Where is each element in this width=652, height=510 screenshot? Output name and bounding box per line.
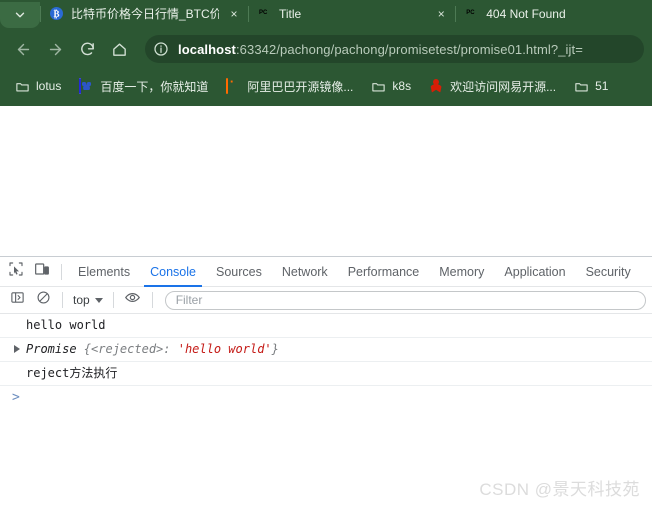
- address-bar[interactable]: localhost:63342/pachong/pachong/promiset…: [145, 35, 644, 63]
- browser-chrome: ₿ 比特币价格今日行情_BTC价格走 × Title × 404 Not Fou…: [0, 0, 652, 106]
- reload-button[interactable]: [72, 34, 102, 64]
- bookmark-label: 51: [595, 79, 609, 93]
- baidu-icon: [79, 77, 94, 94]
- console-message-text: reject方法执行: [26, 366, 118, 380]
- alibaba-mirror-icon: [226, 77, 241, 94]
- browser-tab[interactable]: ₿ 比特币价格今日行情_BTC价格走 ×: [40, 0, 248, 28]
- bookmark-item[interactable]: 51: [565, 76, 617, 97]
- console-message-row: reject方法执行: [0, 362, 652, 386]
- expand-triangle-icon[interactable]: [14, 345, 20, 353]
- divider: [62, 292, 63, 308]
- object-open-brace: {<rejected>:: [76, 342, 178, 356]
- inspect-element-icon: [8, 261, 24, 282]
- home-icon: [111, 41, 128, 58]
- live-expression-button[interactable]: [120, 287, 146, 313]
- netease-icon: [429, 79, 444, 94]
- divider: [61, 263, 62, 280]
- tab-title: 比特币价格今日行情_BTC价格走: [71, 7, 219, 21]
- bitcoin-site-favicon: ₿: [50, 7, 64, 21]
- tab-search-button[interactable]: [0, 2, 40, 28]
- bookmark-label: 欢迎访问网易开源...: [450, 79, 557, 94]
- divider: [112, 292, 114, 308]
- bookmark-item[interactable]: k8s: [362, 76, 420, 97]
- pycharm-favicon: [258, 7, 272, 21]
- chevron-down-icon: [94, 297, 103, 303]
- divider: [151, 292, 153, 308]
- forward-button[interactable]: [40, 34, 70, 64]
- bookmark-item[interactable]: 百度一下，你就知道: [70, 75, 217, 98]
- bookmarks-bar: lotus 百度一下，你就知道 阿里巴巴开源镜像... k8s 欢迎访问网易开源…: [0, 70, 652, 102]
- prompt-caret-icon: >: [12, 390, 20, 405]
- console-sidebar-button[interactable]: [4, 287, 30, 313]
- home-button[interactable]: [104, 34, 134, 64]
- folder-icon: [15, 79, 30, 94]
- chevron-down-icon: [13, 8, 27, 22]
- watermark: CSDN @景天科技苑: [479, 480, 640, 499]
- arrow-left-icon: [15, 41, 32, 58]
- execution-context-label: top: [73, 293, 90, 307]
- console-prompt-row[interactable]: >: [0, 386, 652, 410]
- devtools-tab-application[interactable]: Application: [494, 257, 575, 287]
- devtools-tab-network[interactable]: Network: [272, 257, 338, 287]
- console-message-list: hello world Promise {<rejected>: 'hello …: [0, 314, 652, 410]
- bookmark-label: k8s: [392, 79, 412, 93]
- site-info-icon[interactable]: [150, 38, 172, 60]
- clear-console-button[interactable]: [30, 287, 56, 313]
- console-prompt-input[interactable]: [26, 391, 652, 405]
- console-filter-input[interactable]: [164, 290, 646, 310]
- object-value: 'hello world': [177, 342, 272, 356]
- tab-strip: ₿ 比特币价格今日行情_BTC价格走 × Title × 404 Not Fou…: [0, 0, 652, 28]
- pycharm-favicon: [465, 7, 479, 21]
- devtools-tab-sources[interactable]: Sources: [206, 257, 272, 287]
- tab-title: Title: [279, 7, 302, 21]
- bookmark-item[interactable]: lotus: [6, 76, 70, 97]
- arrow-right-icon: [47, 41, 64, 58]
- url-host: localhost: [178, 41, 236, 57]
- bookmark-item[interactable]: 阿里巴巴开源镜像...: [217, 75, 362, 98]
- tab-close-button[interactable]: ×: [226, 6, 242, 22]
- folder-icon: [371, 79, 386, 94]
- devtools-panel: Elements Console Sources Network Perform…: [0, 257, 652, 510]
- page-viewport: [0, 106, 652, 256]
- devtools-tab-performance[interactable]: Performance: [338, 257, 430, 287]
- devtools-tab-memory[interactable]: Memory: [429, 257, 494, 287]
- device-toolbar-icon: [34, 261, 50, 282]
- bookmark-label: 百度一下，你就知道: [100, 79, 209, 94]
- devtools-tab-console[interactable]: Console: [140, 257, 206, 287]
- url-text: localhost:63342/pachong/pachong/promiset…: [178, 42, 583, 57]
- execution-context-selector[interactable]: top: [69, 293, 107, 307]
- devtools-tabbar: Elements Console Sources Network Perform…: [0, 257, 652, 287]
- devtools-tab-security[interactable]: Security: [576, 257, 641, 287]
- browser-tab[interactable]: Title ×: [248, 0, 455, 28]
- clear-console-icon: [36, 290, 51, 310]
- bookmark-label: 阿里巴巴开源镜像...: [247, 79, 354, 94]
- console-toolbar: top: [0, 287, 652, 314]
- tab-title: 404 Not Found: [486, 7, 566, 21]
- console-message-row: hello world: [0, 314, 652, 338]
- url-path: :63342/pachong/pachong/promisetest/promi…: [235, 41, 583, 57]
- folder-icon: [574, 79, 589, 94]
- bookmark-item[interactable]: 欢迎访问网易开源...: [420, 75, 565, 98]
- inspect-element-button[interactable]: [3, 259, 29, 285]
- console-sidebar-icon: [10, 290, 25, 310]
- object-close-brace: }: [271, 342, 279, 356]
- reload-icon: [79, 41, 96, 58]
- bookmark-label: lotus: [36, 79, 62, 93]
- object-constructor-name: Promise: [26, 342, 77, 356]
- back-button[interactable]: [8, 34, 38, 64]
- devtools-tab-elements[interactable]: Elements: [68, 257, 140, 287]
- console-message-row[interactable]: Promise {<rejected>: 'hello world'}: [0, 338, 652, 362]
- console-message-text: hello world: [26, 318, 106, 332]
- browser-tab[interactable]: 404 Not Found: [455, 0, 571, 28]
- device-toolbar-button[interactable]: [29, 259, 55, 285]
- tab-close-button[interactable]: ×: [433, 6, 449, 22]
- live-expression-eye-icon: [124, 289, 141, 311]
- navigation-toolbar: localhost:63342/pachong/pachong/promiset…: [0, 28, 652, 70]
